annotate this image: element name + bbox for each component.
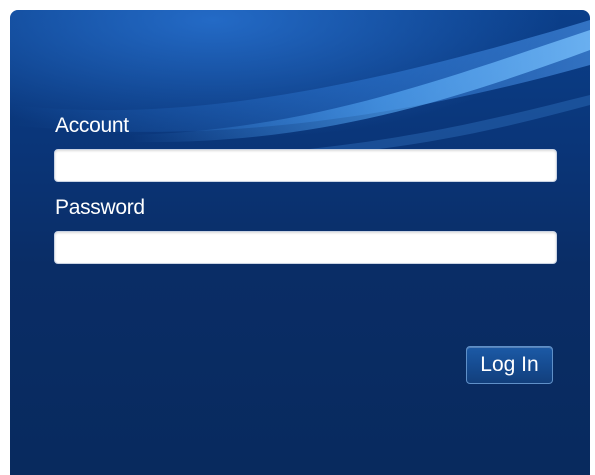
password-input[interactable]	[54, 231, 557, 264]
login-panel: Account Password Log In	[10, 10, 590, 475]
account-input[interactable]	[54, 149, 557, 182]
login-button[interactable]: Log In	[466, 346, 553, 384]
password-label: Password	[55, 196, 145, 219]
account-label: Account	[55, 114, 129, 137]
